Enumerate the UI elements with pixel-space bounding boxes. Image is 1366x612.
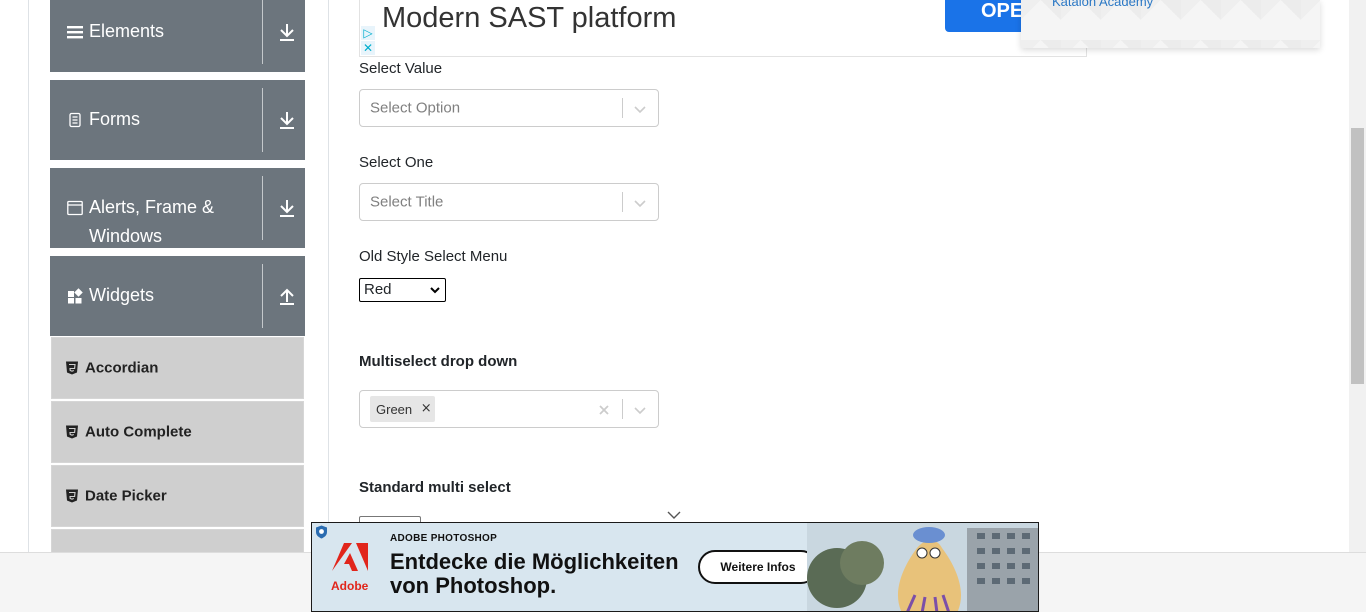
grid-icon (68, 288, 83, 304)
sidebar-group-widgets[interactable]: Widgets (50, 256, 305, 336)
select-value-label: Select Value (359, 60, 443, 77)
indicator-separator (622, 98, 623, 118)
ad-headline: Modern SAST platform (382, 2, 677, 34)
sidebar-item-label: Auto Complete (85, 423, 192, 441)
html5-icon (66, 361, 78, 375)
hamburger-icon (67, 26, 83, 39)
select-placeholder: Select Option (370, 99, 461, 117)
group-separator (262, 88, 263, 152)
download-icon[interactable] (278, 22, 296, 42)
ad-illustration (807, 523, 1038, 611)
select-value-dropdown[interactable]: Select Option (359, 89, 659, 127)
select-one-label: Select One (359, 154, 434, 171)
chevron-down-icon[interactable] (632, 195, 648, 211)
ad-headline: Entdecke die Möglichkeiten von Photoshop… (390, 550, 679, 598)
card-link[interactable]: Katalon Academy (1052, 0, 1153, 9)
ad-shield-icon (316, 525, 327, 539)
indicator-separator (622, 192, 623, 212)
standard-multi-label: Standard multi select (359, 479, 511, 496)
bottom-ad-banner[interactable]: Adobe ADOBE PHOTOSHOP Entdecke die Mögli… (311, 522, 1039, 612)
html5-icon (66, 489, 78, 503)
ad-eyebrow: ADOBE PHOTOSHOP (390, 533, 498, 544)
sidebar-item-accordian[interactable]: Accordian (51, 337, 304, 399)
select-placeholder: Select Title (370, 193, 444, 211)
sidebar-group-label-line1: Alerts, Frame & (89, 197, 215, 217)
multiselect-label: Multiselect drop down (359, 353, 518, 370)
sidebar-group-elements[interactable]: Elements (50, 0, 305, 72)
scrollbar-thumb[interactable] (1351, 128, 1364, 384)
group-separator (262, 264, 263, 328)
group-separator (262, 0, 263, 64)
page-scrollbar[interactable] (1349, 0, 1366, 552)
sidebar-item-label: Date Picker (85, 487, 167, 505)
multiselect-dropdown[interactable]: Green × (359, 390, 659, 428)
sidebar-left-border (28, 0, 29, 552)
multi-value-tag: Green × (370, 396, 436, 422)
group-separator (262, 176, 263, 240)
download-icon[interactable] (278, 198, 296, 218)
indicator-separator (622, 399, 623, 419)
sidebar-right-border (328, 0, 329, 552)
clear-icon[interactable] (596, 402, 612, 418)
upload-icon[interactable] (278, 286, 296, 306)
chevron-down-icon[interactable] (667, 510, 681, 520)
sidebar-group-label-line2: Windows (89, 226, 163, 246)
sidebar-item-date-picker[interactable]: Date Picker (51, 465, 304, 527)
old-select-value: Red (364, 281, 392, 298)
adobe-brand: Adobe (331, 579, 369, 593)
chevron-down-icon[interactable] (632, 402, 648, 418)
sidebar-item-auto-complete[interactable]: Auto Complete (51, 401, 304, 463)
old-style-label: Old Style Select Menu (359, 248, 508, 265)
ad-headline-line1: Entdecke die Möglichkeiten (390, 549, 679, 574)
select-one-dropdown[interactable]: Select Title (359, 183, 659, 221)
sidebar-group-label: Elements (89, 21, 165, 41)
sidebar-group-forms[interactable]: Forms (50, 80, 305, 160)
download-icon[interactable] (278, 110, 296, 130)
chevron-down-icon[interactable] (632, 101, 648, 117)
old-style-select[interactable]: Red (359, 278, 446, 302)
html5-icon (66, 425, 78, 439)
top-ad-banner[interactable]: Modern SAST platform OPE (359, 0, 1087, 57)
sidebar-group-label: Forms (89, 109, 140, 129)
adchoices-icon[interactable]: ▷ (361, 26, 375, 40)
tag-label: Green (376, 401, 413, 417)
floating-ad-card[interactable]: Katalon Academy (1021, 0, 1320, 48)
sidebar-group-alerts[interactable]: Alerts, Frame & Windows (50, 168, 305, 248)
window-icon (67, 200, 83, 216)
sidebar-group-label: Widgets (89, 285, 155, 305)
sidebar-item-label: Accordian (85, 359, 159, 377)
ad-close-icon[interactable]: ✕ (361, 41, 375, 55)
chevron-down-icon (430, 287, 440, 294)
document-icon (69, 112, 81, 128)
ad-cta-button[interactable]: Weitere Infos (698, 550, 818, 584)
tag-remove-icon[interactable]: × (417, 396, 435, 422)
page: Elements Forms Alerts, Frame & Windows W… (0, 0, 1366, 612)
ad-headline-line2: von Photoshop. (390, 573, 557, 598)
